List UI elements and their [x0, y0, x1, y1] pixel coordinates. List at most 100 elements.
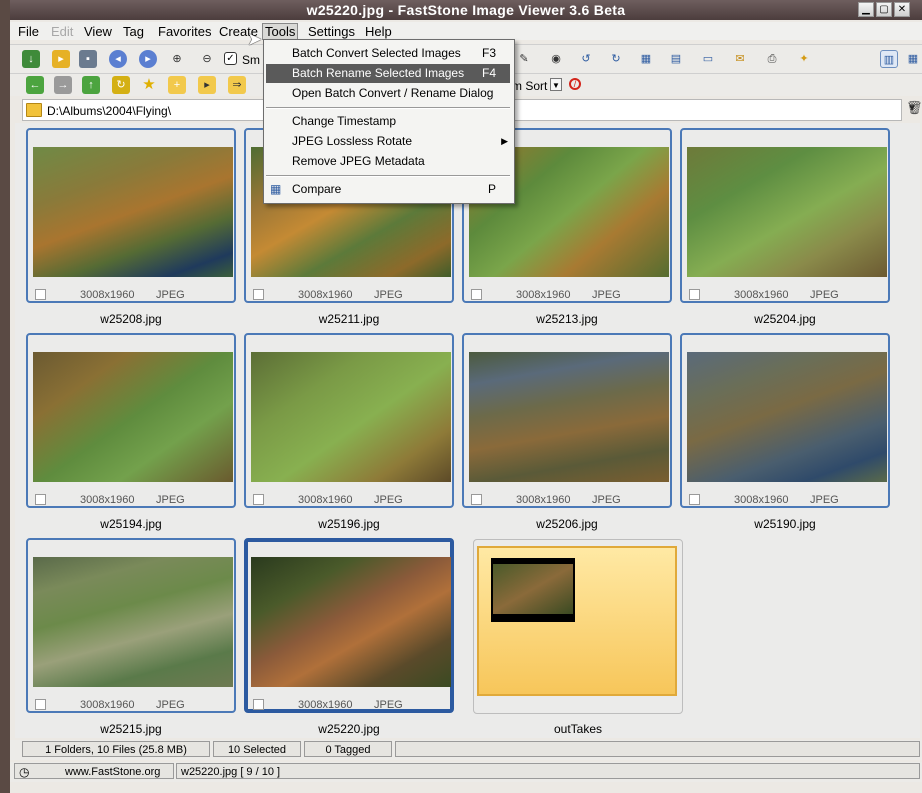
minimize-button[interactable]: ▁ [858, 2, 874, 17]
thumbnail-checkbox[interactable] [253, 494, 264, 505]
thumbnail-filename[interactable]: w25211.jpg [244, 312, 454, 326]
settings-icon[interactable]: ✦ [795, 50, 813, 68]
window-title: w25220.jpg - FastStone Image Viewer 3.6 … [306, 2, 626, 18]
up-folder-icon[interactable]: ↑ [82, 76, 100, 94]
brush-icon[interactable]: ✎ [515, 50, 533, 68]
image-dimensions: 3008x1960 [734, 289, 789, 301]
thumbnail-filename[interactable]: w25220.jpg [244, 722, 454, 736]
smooth-checkbox[interactable]: ✓ [224, 52, 237, 65]
clock-icon: ◷ [19, 765, 30, 779]
thumbnail-card[interactable]: 3008x1960 JPEG [26, 333, 236, 508]
thumbnail-image [33, 352, 233, 482]
thumbnail-filename[interactable]: w25213.jpg [462, 312, 672, 326]
thumbnail-card[interactable]: 3008x1960 JPEG [462, 333, 672, 508]
menu-edit[interactable]: Edit [51, 24, 73, 39]
rotate-left-icon[interactable]: ↺ [577, 50, 595, 68]
website-link[interactable]: www.FastStone.org [65, 764, 160, 780]
app-window: w25220.jpg - FastStone Image Viewer 3.6 … [10, 0, 922, 793]
thumbnail-checkbox[interactable] [471, 289, 482, 300]
thumbnail-card[interactable]: 3008x1960 JPEG [26, 538, 236, 713]
print-icon[interactable]: ⎙ [763, 50, 781, 68]
thumbnail-card-selected[interactable]: 3008x1960 JPEG [244, 538, 454, 713]
menu-view[interactable]: View [84, 24, 112, 39]
thumbnail-checkbox[interactable] [689, 494, 700, 505]
image-type: JPEG [374, 494, 403, 506]
next-icon[interactable]: ▸ [139, 50, 157, 68]
forward-arrow-icon[interactable]: → [54, 76, 72, 94]
menu-tools[interactable]: Tools [262, 23, 299, 40]
compare-icon: ▦ [270, 182, 282, 196]
thumbnail-filename[interactable]: w25204.jpg [680, 312, 890, 326]
menu-item-batch-rename[interactable]: Batch Rename Selected Images F4 [266, 64, 510, 83]
status-tagged: 0 Tagged [304, 741, 392, 757]
menu-separator [266, 107, 510, 109]
move-to-folder-icon[interactable]: ⇒ [228, 76, 246, 94]
layout-icon[interactable]: ▥ [880, 50, 898, 68]
image-dimensions: 3008x1960 [80, 494, 135, 506]
menu-item-change-timestamp[interactable]: Change Timestamp [266, 112, 510, 131]
menu-file[interactable]: File [18, 24, 39, 39]
copy-to-folder-icon[interactable]: ▸ [198, 76, 216, 94]
thumbnail-filename[interactable]: w25206.jpg [462, 517, 672, 531]
thumbnail-filename[interactable]: w25215.jpg [26, 722, 236, 736]
clear-filter-icon[interactable]: / [569, 78, 581, 90]
menu-item-compare[interactable]: ▦ Compare P [266, 180, 510, 199]
trash-icon[interactable]: 🗑 [906, 100, 922, 118]
tools-menu: Batch Convert Selected Images F3 Batch R… [263, 39, 515, 204]
menu-item-open-batch-dialog[interactable]: Open Batch Convert / Rename Dialog [266, 84, 510, 103]
thumbnail-checkbox[interactable] [253, 699, 264, 710]
menu-item-remove-jpeg-metadata[interactable]: Remove JPEG Metadata [266, 152, 510, 171]
website-panel[interactable]: ◷ www.FastStone.org [14, 763, 174, 779]
menu-help[interactable]: Help [365, 24, 392, 39]
grid-view-icon[interactable]: ▦ [637, 50, 655, 68]
image-dimensions: 3008x1960 [516, 289, 571, 301]
favorite-star-icon[interactable]: ★ [140, 76, 158, 94]
menu-item-batch-convert[interactable]: Batch Convert Selected Images F3 [266, 44, 510, 63]
back-arrow-icon[interactable]: ← [26, 76, 44, 94]
image-dimensions: 3008x1960 [298, 494, 353, 506]
restore-button[interactable]: ▢ [876, 2, 892, 17]
email-icon[interactable]: ✉ [731, 50, 749, 68]
menu-settings[interactable]: Settings [308, 24, 355, 39]
thumbnail-checkbox[interactable] [35, 699, 46, 710]
save-icon[interactable]: ▪ [79, 50, 97, 68]
zoom-out-icon[interactable]: ⊖ [198, 50, 216, 68]
thumbnail-checkbox[interactable] [253, 289, 264, 300]
open-folder-icon[interactable]: ▸ [52, 50, 70, 68]
slideshow-icon[interactable]: ▭ [699, 50, 717, 68]
menu-item-jpeg-lossless-rotate[interactable]: JPEG Lossless Rotate ▶ [266, 132, 510, 151]
menu-favorites[interactable]: Favorites [158, 24, 211, 39]
thumbnail-card[interactable]: 3008x1960 JPEG [680, 128, 890, 303]
thumbnail-card[interactable]: 3008x1960 JPEG [26, 128, 236, 303]
thumbnail-filename[interactable]: w25196.jpg [244, 517, 454, 531]
thumbnail-checkbox[interactable] [471, 494, 482, 505]
menu-tag[interactable]: Tag [123, 24, 144, 39]
filmstrip-icon[interactable]: ▤ [667, 50, 685, 68]
previous-icon[interactable]: ◂ [109, 50, 127, 68]
thumbnail-filename[interactable]: w25190.jpg [680, 517, 890, 531]
sort-dropdown-arrow[interactable]: ▼ [550, 78, 562, 91]
close-button[interactable]: ✕ [894, 2, 910, 17]
thumbnail-filename[interactable]: w25208.jpg [26, 312, 236, 326]
thumbnail-filename[interactable]: w25194.jpg [26, 517, 236, 531]
bottom-bar: ◷ www.FastStone.org w25220.jpg [ 9 / 10 … [10, 762, 922, 782]
image-type: JPEG [810, 289, 839, 301]
refresh-icon[interactable]: ↻ [112, 76, 130, 94]
image-type: JPEG [156, 289, 185, 301]
rotate-right-icon[interactable]: ↻ [607, 50, 625, 68]
import-icon[interactable]: ↓ [22, 50, 40, 68]
status-selected: 10 Selected [213, 741, 301, 757]
thumbnail-checkbox[interactable] [689, 289, 700, 300]
folder-name[interactable]: outTakes [473, 722, 683, 736]
thumbnail-checkbox[interactable] [35, 494, 46, 505]
zoom-in-icon[interactable]: ⊕ [168, 50, 186, 68]
thumbnail-card[interactable]: 3008x1960 JPEG [244, 333, 454, 508]
eye-icon[interactable]: ◉ [547, 50, 565, 68]
new-folder-icon[interactable]: + [168, 76, 186, 94]
thumbnail-image [687, 147, 887, 277]
folder-card[interactable] [473, 539, 683, 714]
menu-bar: File Edit View Tag Favorites Create Tool… [10, 22, 922, 40]
thumbnail-checkbox[interactable] [35, 289, 46, 300]
layout-alt-icon[interactable]: ▦ [904, 50, 922, 68]
thumbnail-card[interactable]: 3008x1960 JPEG [680, 333, 890, 508]
